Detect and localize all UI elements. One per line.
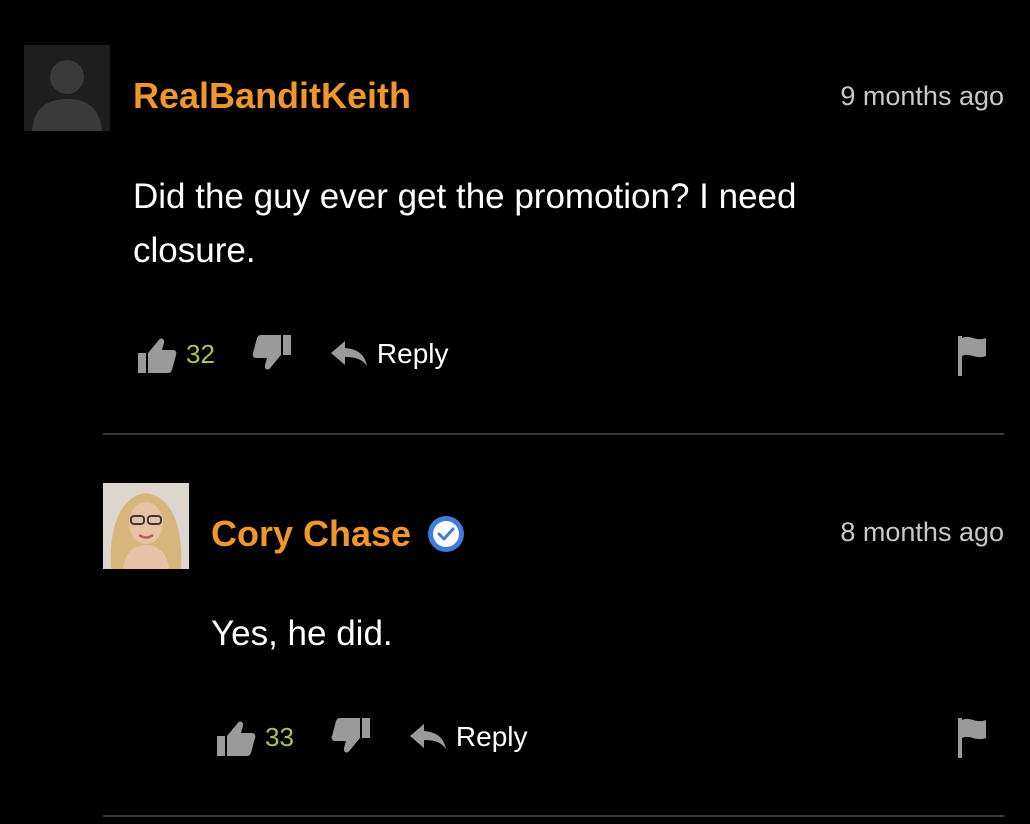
reply-button[interactable]: Reply [408,721,528,753]
username-link[interactable]: Cory Chase [211,514,411,554]
reply-label: Reply [455,721,528,752]
comment-divider [103,815,1004,817]
flag-icon[interactable] [956,716,988,758]
thumbs-up-icon[interactable] [215,716,257,758]
user-avatar-photo[interactable] [103,483,189,569]
comment-timestamp: 8 months ago [840,517,1004,547]
comment-author[interactable]: Cory Chase [211,514,465,554]
like-count: 33 [265,721,294,752]
comment-2: Cory Chase 8 months ago Yes, he did. 33 [0,0,1030,824]
thumbs-down-icon[interactable] [330,716,372,758]
comment-text: Yes, he did. [211,614,393,653]
reply-arrow-icon [408,722,448,752]
comment-actions: 33 Reply [215,715,528,759]
verified-badge-icon [427,515,465,553]
